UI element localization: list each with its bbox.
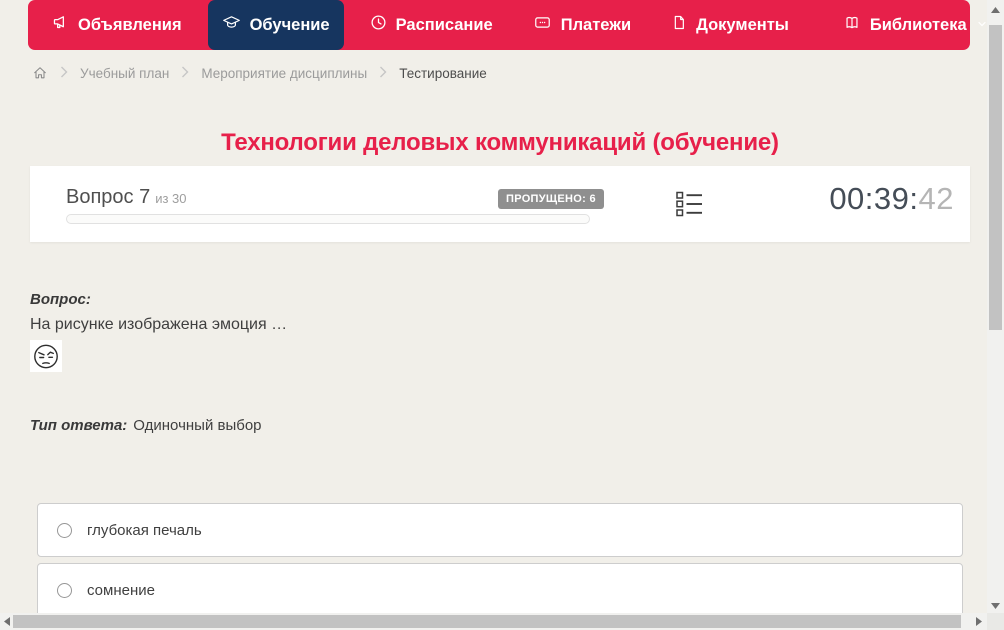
question-text: На рисунке изображена эмоция … [30, 316, 288, 333]
nav-documents[interactable]: Документы [657, 0, 803, 50]
answer-type-value: Одиночный выбор [133, 417, 262, 434]
credit-card-icon [533, 14, 552, 36]
nav-announcements[interactable]: Объявления [38, 0, 196, 50]
chevron-right-icon [60, 66, 68, 81]
question-label: Вопрос: [30, 291, 91, 308]
vertical-scrollbar[interactable] [987, 0, 1004, 613]
question-list-icon[interactable] [675, 191, 703, 218]
vertical-scrollbar-thumb[interactable] [989, 25, 1002, 330]
answer-type-label: Тип ответа: [30, 417, 128, 434]
nav-payments[interactable]: Платежи [519, 0, 645, 50]
emotion-image [30, 340, 62, 372]
book-icon [843, 14, 861, 36]
scroll-down-arrow[interactable] [987, 598, 1004, 613]
scroll-left-arrow[interactable] [0, 613, 14, 630]
scroll-up-arrow[interactable] [987, 2, 1004, 17]
chevron-right-icon [181, 66, 189, 81]
question-total: из 30 [155, 191, 187, 206]
timer-main: 00:39: [829, 181, 919, 216]
test-page: Объявления Обучение Расписание Платежи Д… [0, 0, 1004, 630]
scroll-right-arrow[interactable] [972, 613, 986, 630]
breadcrumb-discipline-event[interactable]: Мероприятие дисциплины [201, 66, 367, 81]
breadcrumb-study-plan[interactable]: Учебный план [80, 66, 169, 81]
chevron-down-icon [976, 16, 988, 35]
horizontal-scrollbar[interactable] [0, 613, 1004, 630]
timer: 00:39:42 [829, 181, 954, 217]
nav-library[interactable]: Библиотека [829, 0, 1002, 50]
nav-label: Платежи [560, 15, 632, 34]
nav-label: Документы [696, 15, 789, 34]
radio-button[interactable] [57, 522, 72, 538]
question-header-card: Вопрос 7 из 30 ПРОПУЩЕНО: 6 00:39:42 [30, 166, 970, 242]
chevron-right-icon [379, 66, 387, 81]
question-number: Вопрос 7 из 30 [66, 186, 187, 208]
skipped-badge: ПРОПУЩЕНО: 6 [498, 189, 604, 209]
option-label: глубокая печаль [87, 521, 202, 539]
progress-bar [66, 214, 590, 224]
timer-seconds: 42 [918, 181, 954, 216]
breadcrumb-testing: Тестирование [399, 65, 487, 81]
page-title: Технологии деловых коммуникаций (обучени… [221, 129, 779, 157]
nav-label: Объявления [78, 15, 182, 34]
nav-label: Расписание [395, 15, 493, 34]
radio-button[interactable] [57, 582, 72, 598]
option-label: сомнение [87, 581, 155, 599]
scrollbar-corner [987, 613, 1004, 630]
home-icon[interactable] [32, 65, 48, 81]
megaphone-icon [52, 14, 69, 36]
nav-learning[interactable]: Обучение [207, 0, 344, 50]
document-icon [671, 14, 687, 36]
clock-icon [370, 14, 387, 36]
breadcrumb: Учебный план Мероприятие дисциплины Тест… [32, 63, 487, 83]
graduation-cap-icon [222, 14, 241, 36]
answer-type-row: Тип ответа: Одиночный выбор [30, 417, 262, 434]
nav-label: Обучение [249, 15, 330, 34]
answer-option[interactable]: глубокая печаль [37, 503, 963, 557]
answer-option[interactable]: сомнение [37, 563, 963, 617]
horizontal-scrollbar-thumb[interactable] [13, 615, 961, 628]
nav-label: Библиотека [869, 15, 967, 34]
nav-schedule[interactable]: Расписание [356, 0, 507, 50]
main-navbar: Объявления Обучение Расписание Платежи Д… [28, 0, 986, 50]
